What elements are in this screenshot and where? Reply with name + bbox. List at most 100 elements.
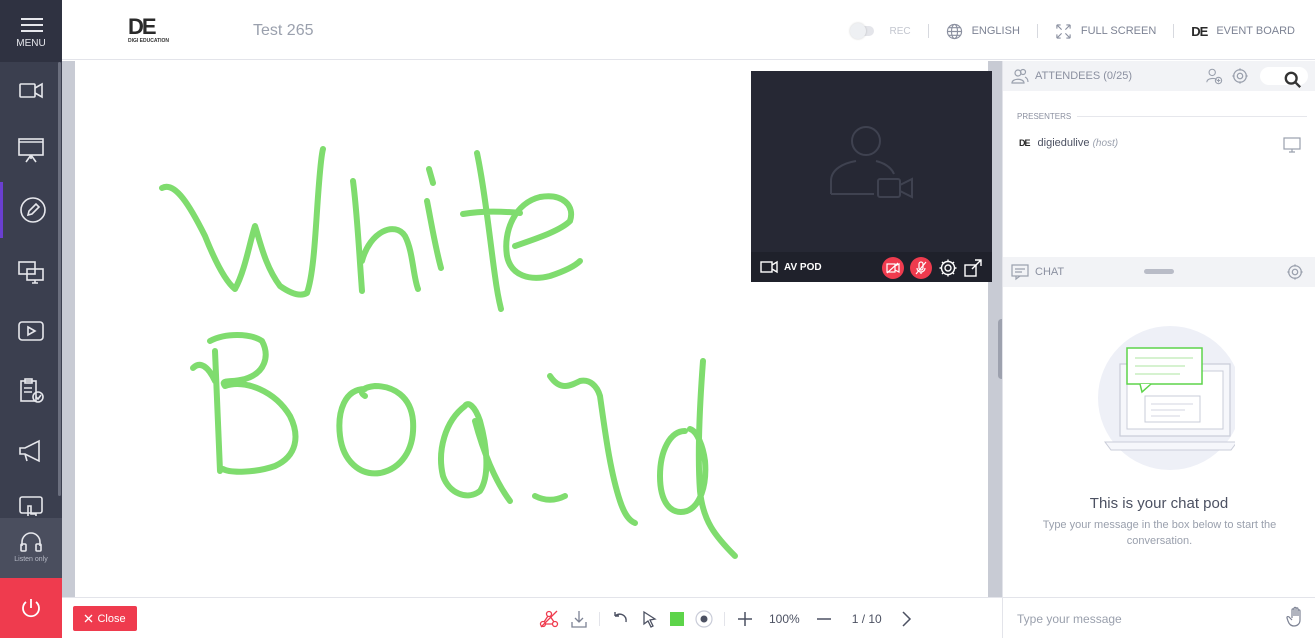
fullscreen-button[interactable]: FULL SCREEN	[1055, 23, 1156, 40]
download-icon[interactable]	[569, 609, 589, 629]
power-button[interactable]	[0, 578, 62, 638]
chat-input-bar	[1002, 597, 1315, 638]
clipboard-check-icon	[20, 378, 44, 403]
attendees-label: ATTENDEES (0/25)	[1035, 70, 1132, 82]
whiteboard-tools: 100% 1 / 10	[539, 598, 916, 638]
chat-empty-subtitle: Type your message in the box below to st…	[1042, 519, 1277, 547]
close-icon	[84, 614, 93, 623]
megaphone-icon	[19, 439, 40, 463]
ink-stroke-r	[532, 373, 638, 526]
sidebar-scrollbar[interactable]	[58, 62, 61, 496]
header-actions: REC ENGLISH FULL SCREEN DE EVENT BOARD	[850, 20, 1295, 42]
settings-gear-icon[interactable]	[938, 258, 958, 278]
chat-settings-icon[interactable]	[1286, 263, 1304, 281]
hand-pointer-icon	[19, 496, 43, 516]
left-sidebar: MENU Listen only	[0, 0, 62, 638]
chat-header: CHAT	[1003, 257, 1315, 287]
presenters-section-label: PRESENTERS	[1017, 112, 1307, 121]
av-pod-toolbar: AV POD	[751, 252, 992, 282]
ink-stroke-w	[159, 146, 326, 298]
menu-label: MENU	[16, 38, 46, 49]
listen-only-button[interactable]: Listen only	[0, 518, 62, 578]
logo-subtitle: DIGI EDUCATION	[128, 38, 170, 44]
chat-resize-handle[interactable]	[1144, 269, 1174, 274]
camera-off-button[interactable]	[882, 257, 904, 279]
ink-stroke-e	[503, 193, 583, 281]
pointer-select-icon[interactable]	[640, 609, 660, 629]
record-label: REC	[889, 25, 911, 37]
brush-size-icon[interactable]	[694, 609, 714, 629]
ink-stroke-o	[336, 383, 417, 477]
close-label: Close	[97, 612, 126, 625]
ink-stroke-b	[190, 332, 299, 475]
ink-stroke-h	[350, 178, 421, 294]
logo-mark: DE	[128, 14, 157, 39]
sidebar-item-whiteboard[interactable]	[0, 182, 62, 238]
chat-icon	[1011, 264, 1029, 281]
raise-hand-icon[interactable]	[1286, 606, 1306, 628]
ink-stroke-t	[460, 150, 523, 312]
expand-icon	[1056, 23, 1071, 39]
attendees-header: ATTENDEES (0/25)	[1003, 61, 1315, 91]
pop-out-icon[interactable]	[964, 259, 982, 277]
next-page-icon[interactable]	[896, 609, 916, 629]
fullscreen-label: FULL SCREEN	[1080, 25, 1157, 37]
user-video-placeholder-icon	[830, 126, 913, 199]
record-switch[interactable]	[850, 23, 875, 39]
attendees-search[interactable]	[1260, 67, 1308, 89]
add-user-icon[interactable]	[1205, 67, 1223, 85]
video-camera-icon	[760, 260, 778, 274]
close-whiteboard-button[interactable]: Close	[73, 606, 137, 631]
laptop-chat-illustration	[1097, 326, 1242, 470]
play-video-icon	[18, 321, 44, 341]
listen-only-label: Listen only	[14, 556, 48, 563]
presenter-role: (host)	[1092, 138, 1119, 149]
top-header: DE DIGI EDUCATION Test 265 REC ENGLISH F…	[62, 0, 1315, 60]
attendees-settings-icon[interactable]	[1231, 67, 1249, 85]
pen-color-swatch[interactable]	[670, 611, 684, 626]
record-toggle[interactable]: REC	[850, 23, 911, 39]
presenter-item[interactable]: DE digiedulive (host)	[1019, 137, 1118, 149]
av-pod-label: AV POD	[784, 261, 822, 273]
chat-empty-title: This is your chat pod	[1089, 495, 1229, 512]
presenter-avatar: DE	[1019, 138, 1030, 148]
sidebar-item-video[interactable]	[0, 62, 62, 118]
sidebar-item-polls[interactable]	[0, 362, 62, 418]
language-label: ENGLISH	[971, 25, 1020, 37]
attendees-icon	[1011, 68, 1029, 84]
presenter-name: digiedulive	[1037, 137, 1090, 149]
ink-stroke-d	[657, 358, 738, 559]
menu-button[interactable]: MENU	[0, 0, 62, 62]
mic-off-icon	[915, 261, 927, 275]
sidebar-item-raise-hand[interactable]	[0, 476, 62, 516]
language-button[interactable]: ENGLISH	[946, 23, 1020, 40]
sidebar-item-media[interactable]	[0, 303, 62, 359]
share-nodes-icon[interactable]	[539, 609, 559, 629]
ink-stroke-a	[438, 401, 513, 504]
sidebar-item-announcements[interactable]	[0, 423, 62, 479]
camera-off-icon	[886, 262, 900, 274]
mic-off-button[interactable]	[910, 257, 932, 279]
pencil-icon	[19, 197, 46, 223]
brand-logo: DE DIGI EDUCATION	[128, 16, 170, 46]
av-pod-controls	[882, 257, 982, 279]
event-board-label: EVENT BOARD	[1216, 25, 1295, 37]
monitor-icon[interactable]	[1283, 137, 1301, 153]
ink-stroke-i	[424, 166, 444, 271]
sidebar-item-screen-share[interactable]	[0, 244, 62, 300]
right-panel: ATTENDEES (0/25) PRESENTERS DE digieduli…	[1002, 61, 1315, 638]
power-icon	[22, 599, 40, 618]
chat-empty-illustration	[1003, 326, 1315, 481]
chat-message-input[interactable]	[1017, 609, 1267, 629]
zoom-level: 100%	[769, 611, 800, 626]
sidebar-item-presentation[interactable]	[0, 122, 62, 178]
whiteboard-left-border	[62, 61, 75, 597]
presentation-board-icon	[18, 138, 44, 163]
zoom-in-icon[interactable]	[735, 609, 755, 629]
undo-icon[interactable]	[610, 609, 630, 629]
whiteboard-toolbar: Close 100% 1 / 10	[62, 597, 1002, 638]
event-board-button[interactable]: DE EVENT BOARD	[1191, 24, 1295, 39]
screen-share-icon	[18, 261, 44, 284]
zoom-out-icon[interactable]	[814, 609, 834, 629]
chat-label: CHAT	[1035, 266, 1065, 278]
